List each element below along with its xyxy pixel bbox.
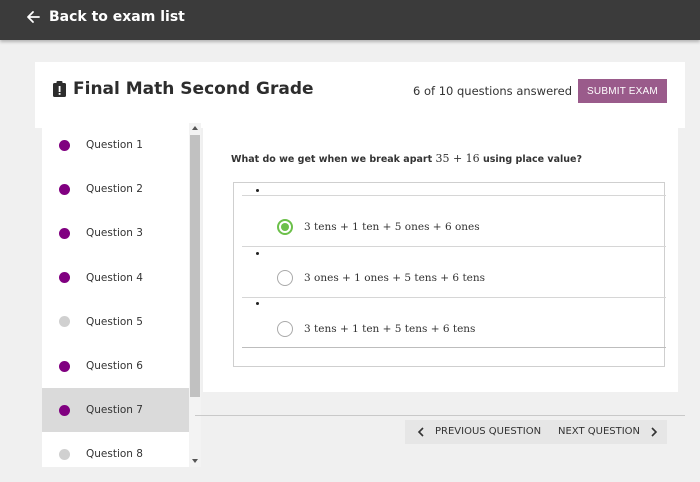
status-dot	[59, 139, 70, 151]
question-list-item-7[interactable]: Question 7	[42, 388, 189, 433]
questions-answered-count: 6 of 10 questions answered	[413, 84, 572, 98]
divider	[242, 297, 666, 298]
question-list-item-1[interactable]: Question 1	[42, 123, 189, 167]
top-bar: Back to exam list	[0, 0, 700, 40]
question-list-item-3[interactable]: Question 3	[42, 211, 189, 255]
question-list-item-2[interactable]: Question 2	[42, 167, 189, 211]
question-list: Question 1 Question 2 Question 3 Questio…	[42, 123, 189, 467]
prompt-math: 35 + 16	[435, 152, 480, 165]
scroll-thumb[interactable]	[190, 135, 200, 397]
answer-option-3[interactable]: 3 tens + 1 ten + 5 tens + 6 tens	[242, 297, 666, 348]
prompt-prefix: What do we get when we break apart	[231, 154, 433, 165]
question-label: Question 1	[86, 139, 143, 152]
scroll-up-arrow-icon[interactable]	[192, 126, 198, 130]
option-text: 3 tens + 1 ten + 5 tens + 6 tens	[304, 323, 476, 335]
question-card: What do we get when we break apart 35 + …	[203, 128, 678, 392]
back-label: Back to exam list	[49, 9, 185, 25]
chevron-right-icon	[651, 426, 658, 437]
arrow-left-icon	[27, 11, 40, 23]
question-label: Question 3	[86, 227, 143, 240]
status-dot	[59, 227, 70, 239]
next-question-label: NEXT QUESTION	[558, 426, 641, 437]
divider	[242, 246, 666, 247]
radio-button[interactable]	[277, 270, 293, 286]
exam-header: Final Math Second Grade 6 of 10 question…	[35, 62, 685, 128]
prompt-suffix: using place value?	[483, 154, 582, 165]
bullet	[256, 252, 259, 255]
option-text: 3 tens + 1 ten + 5 ones + 6 ones	[304, 221, 480, 233]
divider	[195, 415, 685, 416]
next-question-button[interactable]: NEXT QUESTION	[558, 426, 658, 437]
answer-options: 3 tens + 1 ten + 5 ones + 6 ones 3 ones …	[233, 182, 666, 367]
status-dot	[59, 316, 70, 328]
question-label: Question 6	[86, 360, 143, 373]
scroll-down-arrow-icon[interactable]	[192, 459, 198, 463]
bullet	[256, 302, 259, 305]
status-dot	[59, 448, 70, 460]
divider	[242, 347, 666, 348]
radio-button[interactable]	[277, 321, 293, 337]
chevron-left-icon	[417, 426, 424, 437]
question-label: Question 5	[86, 315, 143, 328]
bullet	[256, 189, 259, 192]
question-label: Question 8	[86, 448, 143, 461]
answer-option-2[interactable]: 3 ones + 1 ones + 5 tens + 6 tens	[242, 246, 666, 297]
question-list-item-6[interactable]: Question 6	[42, 344, 189, 388]
divider	[242, 195, 666, 196]
back-to-exam-list-link[interactable]: Back to exam list	[26, 9, 185, 25]
submit-exam-button[interactable]: SUBMIT EXAM	[578, 79, 667, 103]
previous-question-button[interactable]: PREVIOUS QUESTION	[417, 426, 541, 437]
clipboard-alert-icon	[53, 81, 66, 97]
radio-button[interactable]	[277, 219, 293, 235]
question-label: Question 2	[86, 183, 143, 196]
question-list-item-5[interactable]: Question 5	[42, 300, 189, 344]
status-dot	[59, 360, 70, 372]
status-dot	[59, 404, 70, 416]
question-navigation: PREVIOUS QUESTION NEXT QUESTION	[405, 420, 667, 444]
exam-title-text: Final Math Second Grade	[73, 79, 314, 99]
status-dot	[59, 183, 70, 195]
question-label: Question 7	[86, 404, 143, 417]
status-dot	[59, 272, 70, 284]
question-label: Question 4	[86, 271, 143, 284]
exam-title: Final Math Second Grade	[53, 79, 314, 99]
question-list-item-4[interactable]: Question 4	[42, 256, 189, 300]
previous-question-label: PREVIOUS QUESTION	[435, 426, 542, 437]
question-list-item-8[interactable]: Question 8	[42, 432, 189, 467]
option-text: 3 ones + 1 ones + 5 tens + 6 tens	[304, 272, 486, 284]
answer-option-1[interactable]: 3 tens + 1 ten + 5 ones + 6 ones	[242, 189, 666, 246]
question-prompt: What do we get when we break apart 35 + …	[231, 152, 582, 165]
